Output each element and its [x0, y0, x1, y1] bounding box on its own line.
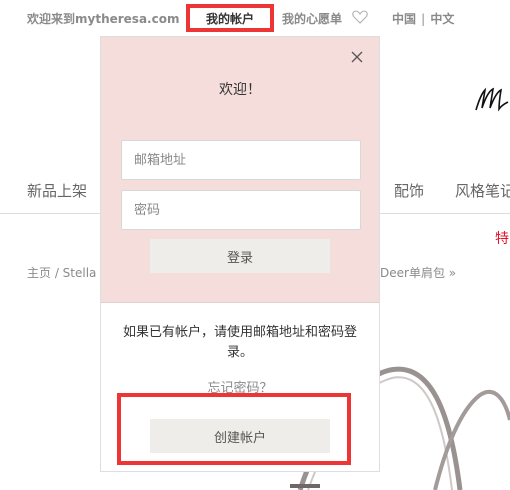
forgot-password-link[interactable]: 忘记密码？ [101, 377, 379, 396]
heart-icon[interactable] [352, 10, 368, 24]
nav-style-notes[interactable]: 风格笔记 [455, 180, 510, 201]
create-account-button[interactable]: 创建帐户 [150, 419, 330, 453]
login-popup: 欢迎！ 登录 如果已有帐户，请使用邮箱地址和密码登录。 忘记密码？ 创建帐户 [100, 36, 380, 472]
language-label: 中文 [430, 12, 455, 26]
breadcrumb-product: Deer单肩包 » [380, 266, 457, 280]
login-button[interactable]: 登录 [150, 239, 330, 273]
nav-accessories[interactable]: 配饰 [394, 180, 424, 201]
welcome-text: 欢迎来到mytheresa.com [27, 12, 180, 26]
popup-title: 欢迎！ [219, 82, 261, 98]
top-bar: 欢迎来到mytheresa.com 我的帐户 我的心愿单 中国 | 中文 [0, 0, 510, 36]
close-icon[interactable] [350, 50, 364, 64]
promo-text[interactable]: 特 [495, 228, 509, 248]
my-account-label: 我的帐户 [205, 11, 254, 26]
country-label: 中国 [392, 12, 417, 26]
logo-mark[interactable] [470, 78, 510, 118]
email-field[interactable] [121, 140, 361, 180]
login-form-panel: 欢迎！ 登录 [101, 37, 379, 303]
language-separator: | [421, 12, 426, 26]
wishlist-link[interactable]: 我的心愿单 [282, 10, 342, 27]
register-info-text: 如果已有帐户，请使用邮箱地址和密码登录。 [122, 325, 357, 360]
language-selector[interactable]: 中国 | 中文 [392, 10, 454, 27]
breadcrumb[interactable]: 主页 / Stella [27, 264, 96, 281]
nav-new-arrivals[interactable]: 新品上架 [27, 180, 87, 201]
my-account-link[interactable]: 我的帐户 [186, 4, 274, 32]
password-field[interactable] [121, 190, 361, 230]
